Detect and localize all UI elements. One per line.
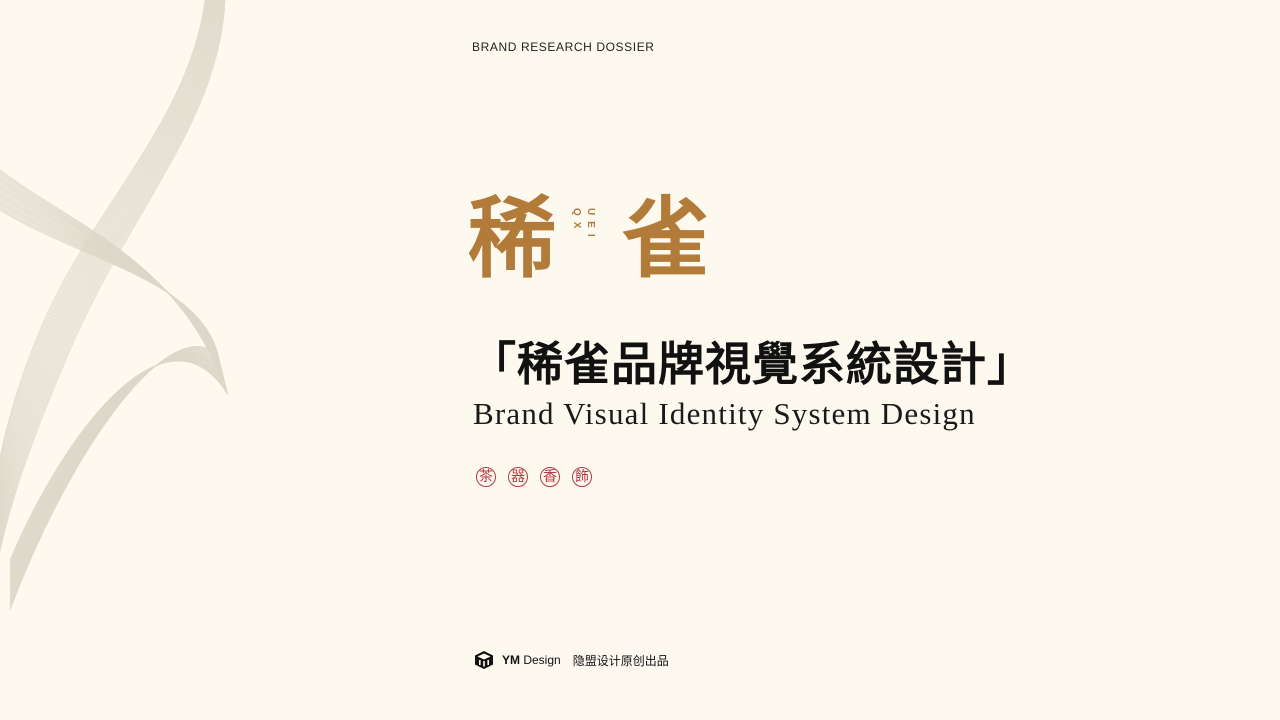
tag-seal: 器	[508, 467, 528, 487]
decorative-wave-lines	[0, 0, 229, 611]
logo-char-2: 雀	[622, 186, 711, 290]
category-tags: 茶 器 香 飾	[476, 467, 592, 487]
footer-brand: YM Design	[502, 653, 561, 667]
brand-logo: 稀 QX UEI 雀	[468, 182, 718, 294]
footer-credit: YM Design 隐盟设计原创出品	[474, 650, 669, 670]
logo-char-1: 稀	[468, 186, 557, 290]
tag-seal: 香	[540, 467, 560, 487]
logo-roman-2: UEI	[585, 208, 596, 243]
tag-seal: 飾	[572, 467, 592, 487]
cube-logo-icon	[475, 651, 493, 669]
footer-subtitle: 隐盟设计原创出品	[572, 653, 669, 668]
dossier-label: BRAND RESEARCH DOSSIER	[472, 40, 655, 54]
tag-seal: 茶	[476, 467, 496, 487]
logo-roman-1: QX	[571, 208, 582, 235]
title-chinese: 「稀雀品牌視覺系統設計」	[470, 337, 1034, 391]
title-english: Brand Visual Identity System Design	[473, 396, 976, 431]
